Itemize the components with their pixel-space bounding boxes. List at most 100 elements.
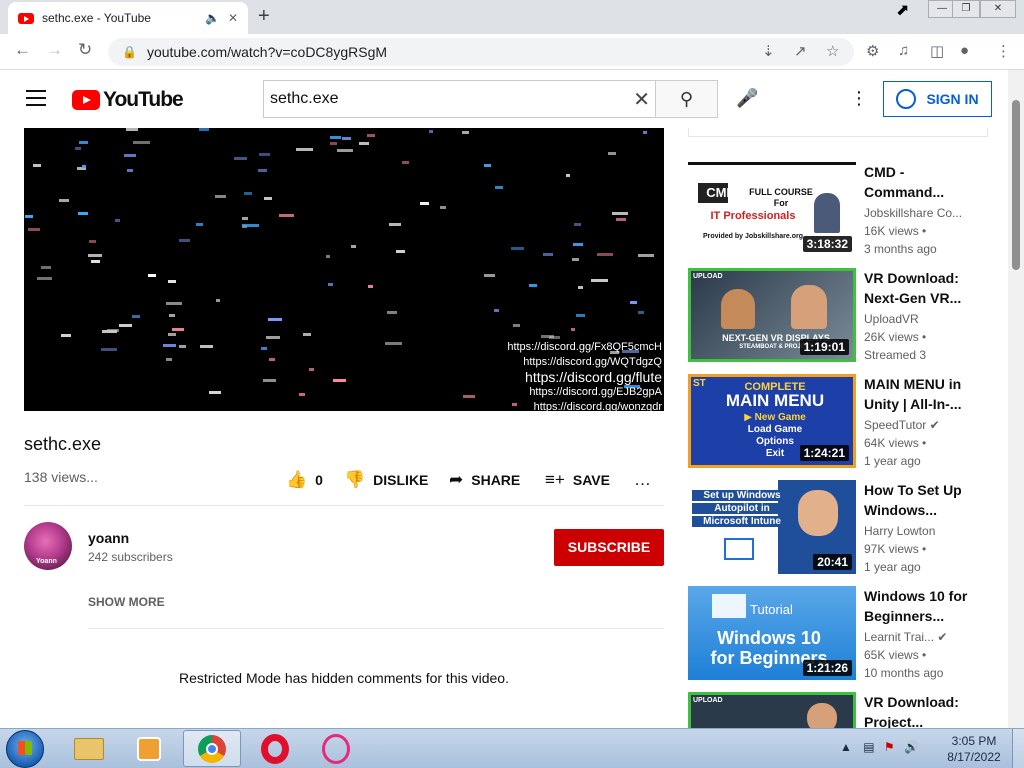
recommended-channel[interactable]: SpeedTutor ✔ xyxy=(864,418,940,432)
channel-avatar[interactable]: Yoann xyxy=(24,522,72,570)
window-close-button[interactable]: ✕ xyxy=(980,0,1016,18)
taskbar-clock[interactable]: 3:05 PM 8/17/2022 xyxy=(944,733,1004,765)
video-thumbnail[interactable]: UPLOAD xyxy=(688,692,856,728)
search-input[interactable]: sethc.exe ✕ xyxy=(263,80,656,118)
bookmark-star-icon[interactable]: ☆ xyxy=(826,42,839,60)
search-button[interactable]: ⚲ xyxy=(655,80,718,118)
share-button[interactable]: ➦ SHARE xyxy=(449,470,520,490)
install-icon[interactable]: ⇣ xyxy=(762,42,775,60)
thumb-text: Tutorial xyxy=(750,602,793,617)
windows-logo-icon xyxy=(712,594,746,618)
extensions-icon[interactable]: ⚙ xyxy=(866,42,879,60)
new-tab-button[interactable]: + xyxy=(258,5,270,28)
clear-search-icon[interactable]: ✕ xyxy=(633,87,650,112)
browser-tab[interactable]: sethc.exe - YouTube 🔈 ✕ xyxy=(8,2,248,34)
recommended-video[interactable]: ST COMPLETE MAIN MENU ▶ New Game Load Ga… xyxy=(688,374,988,470)
start-button[interactable] xyxy=(6,730,44,768)
show-more-button[interactable]: SHOW MORE xyxy=(88,595,165,609)
taskbar-explorer[interactable] xyxy=(60,730,118,767)
system-tray[interactable]: ▲ ▤ ⚑ 🔊 xyxy=(840,740,919,754)
recommended-title[interactable]: VR Download: Project... xyxy=(864,692,988,728)
channel-name[interactable]: yoann xyxy=(88,530,129,546)
microphone-icon[interactable]: 🎤 xyxy=(736,88,758,109)
video-thumbnail[interactable]: CMD FULL COURSE For IT Professionals Pro… xyxy=(688,162,856,256)
scrollbar-thumb[interactable] xyxy=(1012,100,1020,270)
like-button[interactable]: 👍 0 xyxy=(286,470,323,490)
back-button[interactable]: ← xyxy=(14,40,31,60)
thumb-text: Microsoft Intune xyxy=(692,516,792,527)
taskbar-opera[interactable] xyxy=(246,730,304,767)
video-thumbnail[interactable]: Tutorial Windows 10 for Beginners 1:21:2… xyxy=(688,586,856,680)
more-actions-button[interactable]: … xyxy=(634,470,659,490)
recommended-video[interactable]: Tutorial Windows 10 for Beginners 1:21:2… xyxy=(688,586,988,682)
share-page-icon[interactable]: ↗ xyxy=(794,42,807,60)
tab-close-icon[interactable]: ✕ xyxy=(228,11,238,25)
recommended-views: 64K views • xyxy=(864,436,927,450)
recommended-video[interactable]: UPLOAD VR Download: Project... xyxy=(688,692,988,728)
video-pixel-streak xyxy=(566,174,570,177)
video-thumbnail[interactable]: UPLOAD NEXT-GEN VR DISPLAYS STEAMBOAT & … xyxy=(688,268,856,362)
show-desktop-button[interactable] xyxy=(1012,729,1024,768)
video-pixel-streak xyxy=(269,358,275,361)
video-pixel-streak xyxy=(591,279,608,282)
subscribe-button[interactable]: SUBSCRIBE xyxy=(554,529,664,566)
taskbar-chrome[interactable] xyxy=(183,730,241,767)
video-pixel-streak xyxy=(169,314,175,317)
video-pixel-streak xyxy=(215,195,226,198)
video-pixel-streak xyxy=(495,186,503,189)
video-pixel-streak xyxy=(101,348,117,351)
audio-playing-icon[interactable]: 🔈 xyxy=(205,11,220,25)
taskbar-opera-gx[interactable] xyxy=(307,730,365,767)
recommended-channel[interactable]: Harry Lowton xyxy=(864,524,935,538)
video-thumbnail[interactable]: Set up Windows Autopilot in Microsoft In… xyxy=(688,480,856,574)
recommended-channel[interactable]: Learnit Trai... ✔ xyxy=(864,630,947,644)
video-pixel-streak xyxy=(264,197,272,200)
menu-icon[interactable] xyxy=(26,90,46,106)
video-pixel-streak xyxy=(166,358,172,361)
profile-icon[interactable]: ● xyxy=(960,42,969,59)
channel-label: Learnit Trai... xyxy=(864,630,935,644)
recommended-video[interactable]: Set up Windows Autopilot in Microsoft In… xyxy=(688,480,988,576)
volume-icon[interactable]: 🔊 xyxy=(904,740,919,754)
media-control-icon[interactable]: ♫ xyxy=(898,42,909,59)
view-count[interactable]: 138 views... xyxy=(24,469,98,485)
youtube-logo[interactable]: YouTube xyxy=(72,88,184,112)
video-pixel-streak xyxy=(132,315,140,318)
avatar-figure xyxy=(791,285,827,329)
recommended-video[interactable]: UPLOAD NEXT-GEN VR DISPLAYS STEAMBOAT & … xyxy=(688,268,988,364)
recommended-video[interactable]: CMD FULL COURSE For IT Professionals Pro… xyxy=(688,162,988,258)
recommended-title[interactable]: How To Set Up Windows... xyxy=(864,480,988,520)
network-icon[interactable]: ▤ xyxy=(863,740,874,754)
recommended-title[interactable]: CMD - Command... xyxy=(864,162,988,202)
forward-button[interactable]: → xyxy=(46,40,63,60)
restricted-mode-notice: Restricted Mode has hidden comments for … xyxy=(179,670,509,686)
dislike-button[interactable]: 👎 DISLIKE xyxy=(344,470,428,490)
recommended-channel[interactable]: Jobskillshare Co... xyxy=(864,206,962,220)
video-pixel-streak xyxy=(462,131,469,134)
reload-button[interactable]: ↻ xyxy=(78,40,92,60)
browser-menu-icon[interactable]: ⋮ xyxy=(996,42,1011,60)
thumb-text: ▶ New Game xyxy=(744,412,806,423)
taskbar-media-player[interactable] xyxy=(120,730,178,767)
video-thumbnail[interactable]: ST COMPLETE MAIN MENU ▶ New Game Load Ga… xyxy=(688,374,856,468)
action-center-icon[interactable]: ⚑ xyxy=(884,740,895,754)
address-bar[interactable]: 🔒 youtube.com/watch?v=coDC8ygRSgM xyxy=(108,38,854,66)
recommended-channel[interactable]: UploadVR xyxy=(864,312,919,326)
video-pixel-streak xyxy=(359,142,369,145)
save-button[interactable]: ≡+ SAVE xyxy=(545,470,610,490)
show-hidden-icons-icon[interactable]: ▲ xyxy=(840,740,852,754)
side-panel-icon[interactable]: ◫ xyxy=(930,42,944,60)
video-player[interactable]: https://discord.gg/Fx8QF5cmcH https://di… xyxy=(24,128,664,411)
video-pixel-streak xyxy=(126,128,138,131)
media-player-icon xyxy=(137,736,161,761)
recommended-title[interactable]: Windows 10 for Beginners... xyxy=(864,586,988,626)
sign-in-button[interactable]: SIGN IN xyxy=(883,81,992,117)
thumb-text: UPLOAD xyxy=(693,697,723,704)
recommended-title[interactable]: MAIN MENU in Unity | All-In-... xyxy=(864,374,988,414)
restore-button[interactable]: ❐ xyxy=(952,0,980,18)
recommended-title[interactable]: VR Download: Next-Gen VR... xyxy=(864,268,988,308)
video-pixel-streak xyxy=(75,147,81,150)
clock-date: 8/17/2022 xyxy=(947,750,1001,764)
video-pixel-streak xyxy=(25,215,33,218)
settings-kebab-icon[interactable]: ⋮ xyxy=(850,88,868,109)
